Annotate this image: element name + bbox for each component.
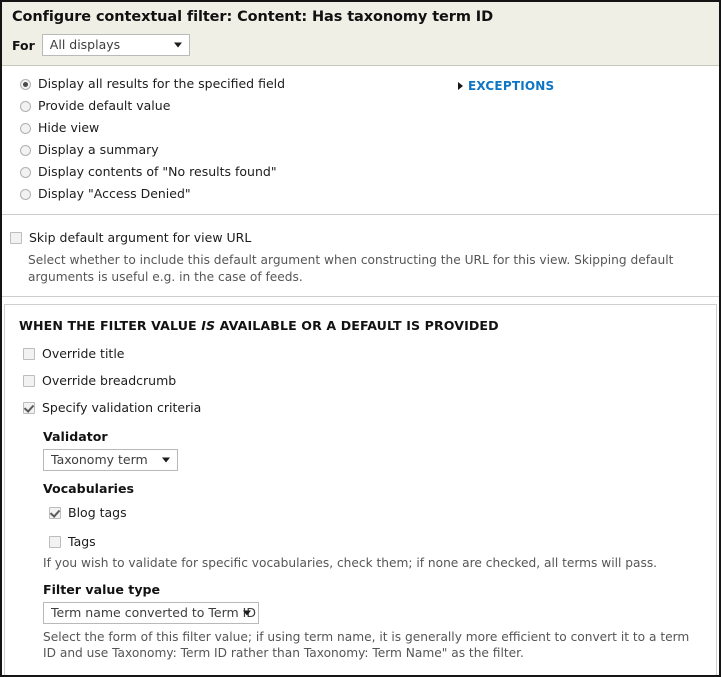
checkbox-override-breadcrumb[interactable]: Override breadcrumb [23,373,716,389]
vocabularies-label: Vocabularies [43,481,135,496]
dialog-header: Configure contextual filter: Content: Ha… [2,2,719,66]
dialog-title: Configure contextual filter: Content: Ha… [12,9,494,25]
checkbox-indicator[interactable] [49,536,61,548]
panel-gap [2,297,719,304]
radio-label: Display a summary [38,142,159,157]
exceptions-toggle[interactable]: EXCEPTIONS [458,79,554,93]
checkbox-label: Override breadcrumb [42,373,177,388]
radio-option-display-summary[interactable]: Display a summary [20,142,719,158]
behavior-radio-group: Display all results for the specified fi… [2,76,719,202]
checkbox-vocabulary-blog-tags[interactable]: Blog tags [49,505,704,521]
skip-default-argument-label: Skip default argument for view URL [29,230,252,245]
checkbox-vocabulary-tags[interactable]: Tags [49,534,704,550]
filter-value-type-label: Filter value type [43,581,161,597]
radio-label: Hide view [38,120,100,135]
checkbox-indicator[interactable] [23,348,35,360]
radio-label: Display contents of "No results found" [38,164,277,179]
chevron-down-icon [243,610,251,615]
exceptions-label: EXCEPTIONS [468,79,555,93]
skip-default-argument-description: Select whether to include this default a… [28,253,674,284]
checkbox-label: Tags [68,534,96,549]
section-heading-part-2: AVAILABLE OR A DEFAULT IS PROVIDED [215,318,499,333]
checkbox-label: Specify validation criteria [42,400,202,415]
validator-label: Validator [43,429,108,444]
display-select[interactable]: All displays [41,34,190,56]
checkbox-override-title[interactable]: Override title [23,346,716,362]
chevron-down-icon [173,42,182,48]
filter-value-type-help-text: Select the form of this filter value; if… [43,629,690,661]
radio-label: Display "Access Denied" [38,186,191,201]
radio-indicator[interactable] [20,101,31,112]
behavior-options-panel: Display all results for the specified fi… [2,66,719,215]
configure-contextual-filter-dialog: Configure contextual filter: Content: Ha… [0,0,721,677]
radio-label: Display all results for the specified fi… [38,76,286,91]
triangle-right-icon [458,82,463,90]
radio-indicator[interactable] [20,145,31,156]
radio-option-hide-view[interactable]: Hide view [20,120,719,136]
checkbox-indicator[interactable] [23,402,35,414]
checkbox-indicator[interactable] [10,232,22,244]
section-heading-part-1: WHEN THE FILTER VALUE [19,318,202,333]
panel-gap [2,215,719,222]
validator-select[interactable]: Taxonomy term [43,449,178,471]
section-heading-emphasis: IS [201,318,216,333]
for-label: For [12,37,35,53]
radio-indicator[interactable] [20,123,31,134]
vocabularies-help-text: If you wish to validate for specific voc… [43,556,658,570]
radio-option-display-no-results[interactable]: Display contents of "No results found" [20,164,719,180]
skip-default-argument-checkbox-row[interactable]: Skip default argument for view URL [10,230,707,246]
when-value-checkbox-group: Override title Override breadcrumb Speci… [5,346,716,416]
vocabularies-checkbox-group: Blog tags Tags [43,505,704,550]
radio-option-provide-default-value[interactable]: Provide default value [20,98,719,114]
chevron-down-icon [162,457,170,463]
radio-indicator[interactable] [20,79,31,90]
filter-value-type-value: Term name converted to Term ID [51,604,256,620]
checkbox-specify-validation-criteria[interactable]: Specify validation criteria [23,400,716,416]
display-select-value: All displays [49,37,121,52]
when-filter-value-available-panel: WHEN THE FILTER VALUE IS AVAILABLE OR A … [4,304,717,675]
checkbox-label: Override title [42,346,125,361]
checkbox-label: Blog tags [68,505,127,520]
validation-criteria-settings: Validator Taxonomy term Vocabularies Blo… [5,429,716,662]
checkbox-indicator[interactable] [49,507,61,519]
skip-default-argument-panel: Skip default argument for view URL Selec… [2,222,719,297]
radio-label: Provide default value [38,98,171,113]
section-heading: WHEN THE FILTER VALUE IS AVAILABLE OR A … [19,318,716,333]
radio-indicator[interactable] [20,189,31,200]
checkbox-indicator[interactable] [23,375,35,387]
validator-select-value: Taxonomy term [51,452,148,467]
for-row: For All displays [12,34,709,56]
radio-option-display-access-denied[interactable]: Display "Access Denied" [20,186,719,202]
radio-indicator[interactable] [20,167,31,178]
filter-value-type-select[interactable]: Term name converted to Term ID [43,601,259,624]
radio-option-display-all-results[interactable]: Display all results for the specified fi… [20,76,719,92]
